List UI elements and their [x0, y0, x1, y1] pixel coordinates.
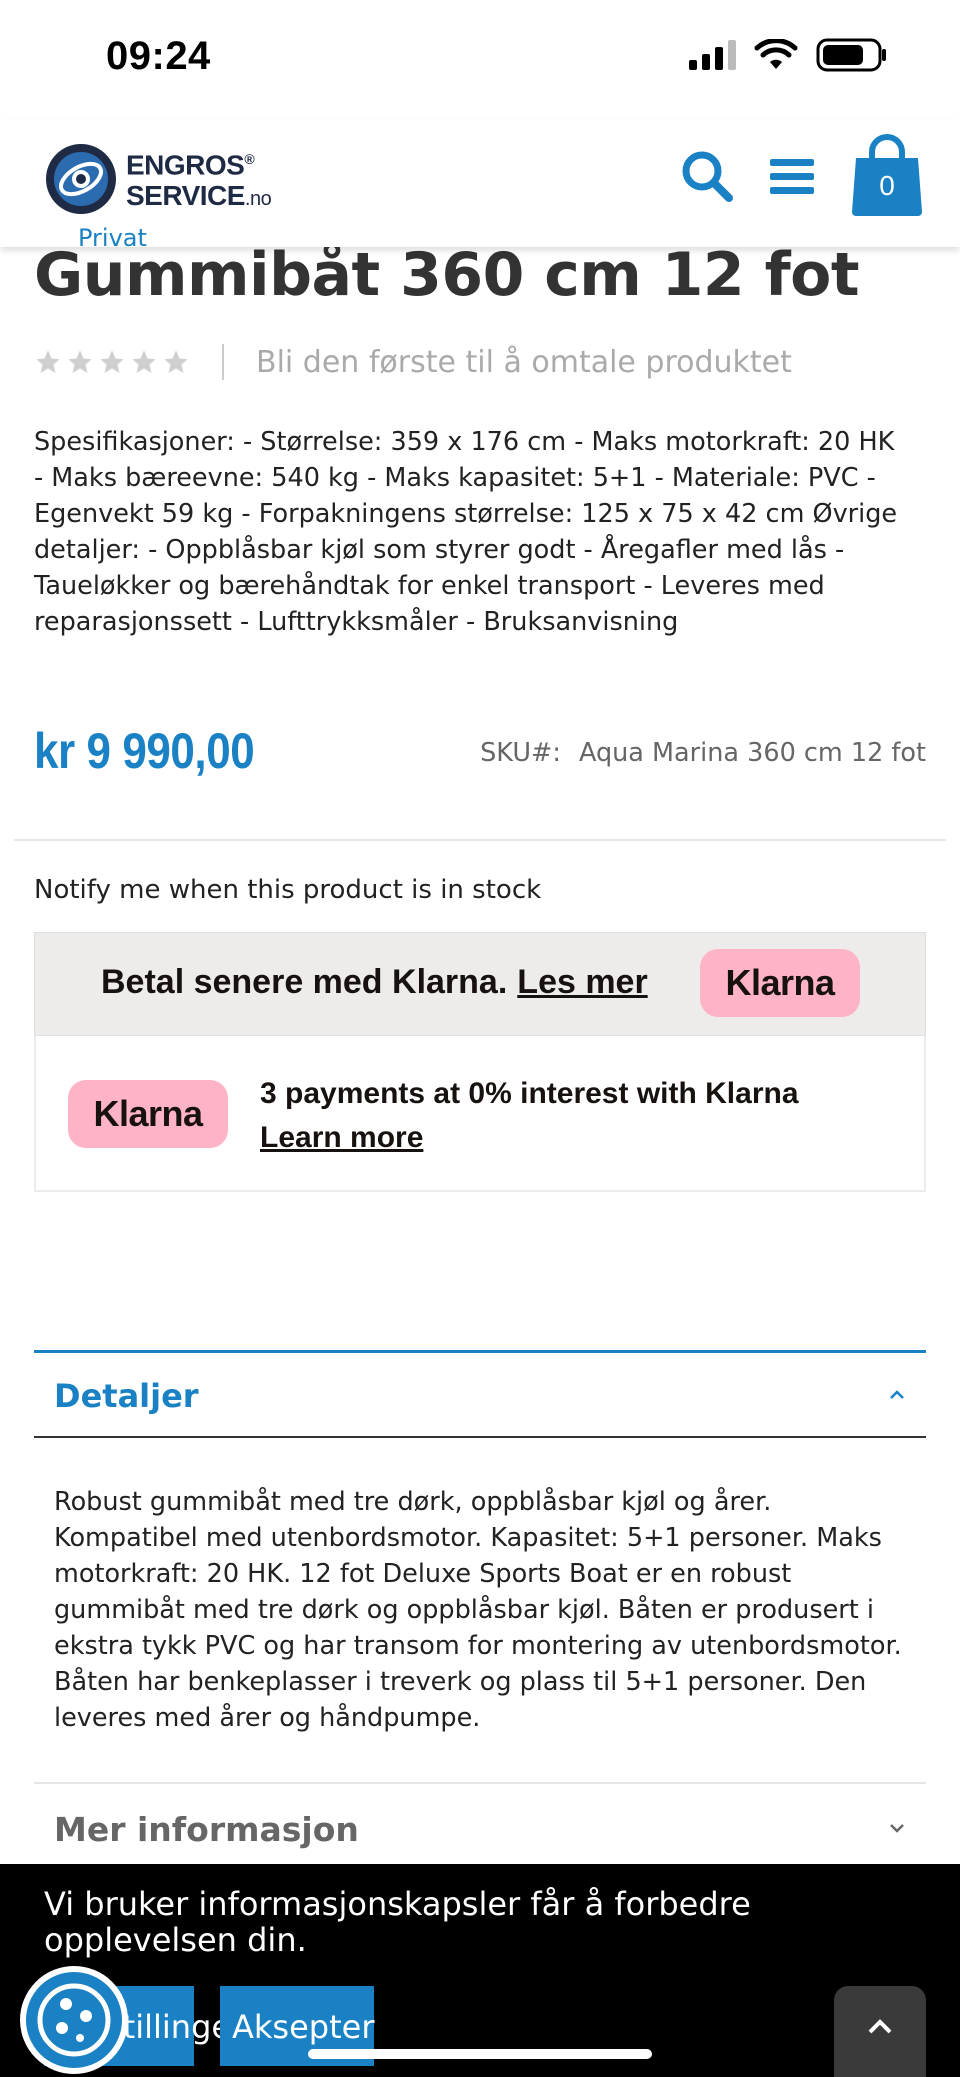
logo-emblem-icon — [46, 144, 116, 214]
klarna-payment-box: Klarna 3 payments at 0% interest with Kl… — [34, 1036, 926, 1192]
cart-button[interactable]: 0 — [850, 134, 924, 218]
scroll-to-top-button[interactable] — [834, 1986, 926, 2077]
cart-count: 0 — [879, 170, 895, 201]
klarna-read-more-link[interactable]: Les mer — [517, 963, 647, 1001]
star-icon — [68, 350, 92, 373]
store-view-label[interactable]: Privat — [78, 224, 147, 252]
product-sku: SKU#: Aqua Marina 360 cm 12 fot — [480, 738, 926, 768]
star-icon — [164, 350, 188, 373]
product-description: Spesifikasjoner: - Størrelse: 359 x 176 … — [34, 427, 898, 637]
status-time: 09:24 — [106, 34, 211, 78]
first-review-link[interactable]: Bli den første til å omtale produktet — [256, 345, 792, 380]
star-icon — [36, 350, 60, 373]
search-icon[interactable] — [680, 149, 734, 203]
klarna-learn-more-link[interactable]: Learn more — [260, 1121, 423, 1154]
header-actions: 0 — [680, 134, 924, 218]
cookie-icon — [37, 1983, 111, 2057]
chevron-down-icon — [890, 1824, 904, 1833]
rating-row: Bli den første til å omtale produktet — [34, 344, 792, 380]
site-header: ENGROS® SERVICE.no Privat 0 — [0, 120, 960, 252]
product-price: kr 9 990,00 — [34, 723, 255, 779]
star-icon — [100, 350, 124, 373]
klarna-banner-text: Betal senere med Klarna. Les mer — [101, 963, 648, 1001]
section-divider — [14, 839, 946, 841]
chevron-up-icon — [890, 1390, 904, 1399]
menu-icon[interactable] — [770, 156, 814, 196]
details-content: Robust gummibåt med tre dørk, oppblåsbar… — [54, 1487, 902, 1733]
cookie-consent-bar: Vi bruker informasjonskapsler får å forb… — [0, 1864, 960, 2077]
status-bar: 09:24 — [0, 0, 960, 120]
product-title: Gummibåt 360 cm 12 fot — [34, 240, 860, 310]
rating-divider — [222, 344, 224, 380]
details-tab-title: Detaljer — [54, 1377, 199, 1415]
klarna-payment-text: 3 payments at 0% interest with Klarna Le… — [260, 1077, 799, 1154]
star-icon — [132, 350, 156, 373]
logo-wordmark: ENGROS® SERVICE.no — [126, 149, 272, 211]
klarna-logo: Klarna — [68, 1080, 228, 1148]
more-info-tab-title: Mer informasjon — [54, 1810, 359, 1849]
rating-stars — [34, 348, 190, 376]
more-info-tab[interactable]: Mer informasjon — [34, 1782, 926, 1872]
home-indicator — [308, 2049, 652, 2059]
chevron-up-icon — [868, 2019, 892, 2034]
sku-value: Aqua Marina 360 cm 12 fot — [578, 738, 926, 768]
details-tab[interactable]: Detaljer — [34, 1350, 926, 1438]
cookie-text: Vi bruker informasjonskapsler får å forb… — [44, 1885, 751, 1959]
cookie-preferences-button[interactable] — [20, 1966, 128, 2074]
battery-icon — [816, 38, 886, 72]
klarna-logo: Klarna — [700, 949, 860, 1017]
signal-icon — [689, 40, 736, 70]
site-logo[interactable]: ENGROS® SERVICE.no — [44, 142, 272, 216]
wifi-icon — [754, 39, 798, 69]
notify-stock-link[interactable]: Notify me when this product is in stock — [34, 875, 541, 905]
sku-label: SKU#: — [480, 738, 561, 768]
status-icons — [689, 38, 888, 72]
klarna-banner: Betal senere med Klarna. Les mer Klarna — [34, 932, 926, 1036]
